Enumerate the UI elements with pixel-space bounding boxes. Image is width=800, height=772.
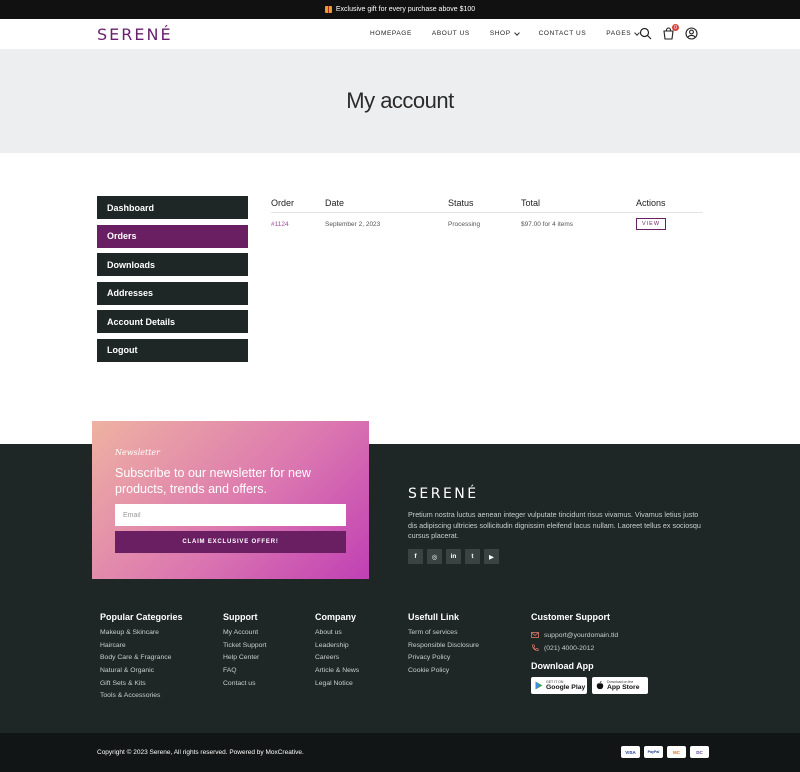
page-banner: My account <box>0 49 800 153</box>
column-header-actions: Actions <box>636 198 666 208</box>
youtube-icon[interactable]: ▶ <box>484 549 499 564</box>
app-store-badges: GET IT ON Google Play Download on the App … <box>531 677 648 695</box>
footer-column-customer-support: Customer Support support@yourdomain.tld … <box>531 612 648 695</box>
claim-offer-button[interactable]: CLAIM EXCLUSIVE OFFER! <box>115 531 346 553</box>
footer-column-title: Usefull Link <box>408 612 460 622</box>
sidebar-item-downloads[interactable]: Downloads <box>97 253 248 276</box>
download-app-title: Download App <box>531 661 594 672</box>
footer-column-title: Support <box>223 612 258 622</box>
footer-description: Pretium nostra luctus aenean integer vul… <box>408 510 701 540</box>
announcement-text: Exclusive gift for every purchase above … <box>335 6 476 13</box>
footer-column-title: Customer Support <box>531 612 611 622</box>
cart-count-badge: 0 <box>672 24 679 31</box>
twitter-icon[interactable]: t <box>465 549 480 564</box>
footer-link[interactable]: Ticket Support <box>223 642 267 655</box>
nav-pages[interactable]: PAGES <box>606 29 641 37</box>
footer-link[interactable]: Privacy Policy <box>408 654 479 667</box>
sidebar-item-logout[interactable]: Logout <box>97 338 248 362</box>
mail-icon <box>531 631 539 639</box>
footer-link[interactable]: Haircare <box>100 642 183 655</box>
footer-logo[interactable]: SERENÉ <box>408 486 479 502</box>
order-total: $97.00 for 4 items <box>521 221 574 228</box>
footer-link[interactable]: Careers <box>315 654 359 667</box>
order-date: September 2, 2023 <box>325 221 381 228</box>
facebook-icon[interactable]: f <box>408 549 423 564</box>
gift-icon <box>324 6 332 13</box>
account-icon[interactable] <box>685 27 698 40</box>
view-order-button[interactable]: VIEW <box>636 218 666 230</box>
footer-link[interactable]: Help Center <box>223 654 267 667</box>
footer-column-useful-links: Usefull Link Term of services Responsibl… <box>408 612 479 680</box>
column-header-date: Date <box>325 198 345 208</box>
newsletter-email-input[interactable] <box>115 504 346 526</box>
nav-about-us[interactable]: ABOUT US <box>432 30 470 37</box>
footer-column-company: Company About us Leadership Careers Arti… <box>315 612 359 692</box>
main-nav: HOMEPAGE ABOUT US SHOP CONTACT US PAGES <box>370 29 659 37</box>
footer-link[interactable]: About us <box>315 629 359 642</box>
table-divider <box>271 212 703 213</box>
column-header-order: Order <box>271 198 295 208</box>
footer-link[interactable]: Natural & Organic <box>100 667 183 680</box>
column-header-status: Status <box>448 198 474 208</box>
footer-column-support: Support My Account Ticket Support Help C… <box>223 612 267 692</box>
payment-methods: VISA PayPal MC DC <box>621 746 709 758</box>
footer-link[interactable]: Body Care & Fragrance <box>100 654 183 667</box>
nav-shop[interactable]: SHOP <box>490 29 520 37</box>
footer-link[interactable]: Leadership <box>315 642 359 655</box>
footer-link[interactable]: Article & News <box>315 667 359 680</box>
google-play-badge[interactable]: GET IT ON Google Play <box>531 677 587 695</box>
sidebar-item-account-details[interactable]: Account Details <box>97 310 248 333</box>
nav-contact-us[interactable]: CONTACT US <box>539 30 587 37</box>
diners-club-icon: DC <box>690 746 709 758</box>
footer-link[interactable]: Makeup & Skincare <box>100 629 183 642</box>
sidebar-item-dashboard[interactable]: Dashboard <box>97 196 248 219</box>
support-phone[interactable]: (021) 4000-2012 <box>531 642 648 655</box>
footer-link[interactable]: Gift Sets & Kits <box>100 680 183 693</box>
copyright-text: Copyright © 2023 Serene, All rights rese… <box>97 749 304 756</box>
newsletter-card: Newsletter Subscribe to our newsletter f… <box>92 421 369 579</box>
site-logo[interactable]: SERENÉ <box>97 25 173 44</box>
social-links: f ◎ in t ▶ <box>408 549 499 564</box>
newsletter-heading: Subscribe to our newsletter for new prod… <box>115 466 311 496</box>
cart-icon[interactable]: 0 <box>662 24 679 40</box>
column-header-total: Total <box>521 198 541 208</box>
footer-column-categories: Popular Categories Makeup & Skincare Hai… <box>100 612 183 705</box>
order-status: Processing <box>448 221 481 228</box>
footer-column-title: Popular Categories <box>100 612 183 622</box>
footer-column-title: Company <box>315 612 357 622</box>
mastercard-icon: MC <box>667 746 686 758</box>
footer-link[interactable]: Contact us <box>223 680 267 693</box>
instagram-icon[interactable]: ◎ <box>427 549 442 564</box>
footer-link[interactable]: FAQ <box>223 667 267 680</box>
support-email[interactable]: support@yourdomain.tld <box>531 629 648 642</box>
footer-link[interactable]: Tools & Accessories <box>100 692 183 705</box>
order-number-link[interactable]: #1124 <box>271 221 289 228</box>
footer-link[interactable]: Cookie Policy <box>408 667 479 680</box>
account-sidebar: Dashboard Orders Downloads Addresses Acc… <box>97 196 248 367</box>
site-header: SERENÉ HOMEPAGE ABOUT US SHOP CONTACT US… <box>0 19 800 49</box>
footer-link[interactable]: Responsible Disclosure <box>408 642 479 655</box>
nav-homepage[interactable]: HOMEPAGE <box>370 30 412 37</box>
bottom-bar: Copyright © 2023 Serene, All rights rese… <box>0 733 800 772</box>
announcement-bar: Exclusive gift for every purchase above … <box>0 0 800 19</box>
footer-link[interactable]: Term of services <box>408 629 479 642</box>
footer-link[interactable]: Legal Notice <box>315 680 359 693</box>
newsletter-tag: Newsletter <box>115 448 160 457</box>
google-play-icon <box>535 677 543 695</box>
sidebar-item-orders[interactable]: Orders <box>97 224 248 248</box>
search-icon[interactable] <box>639 27 652 40</box>
footer-link[interactable]: My Account <box>223 629 267 642</box>
phone-icon <box>531 644 539 652</box>
sidebar-item-addresses[interactable]: Addresses <box>97 281 248 305</box>
linkedin-icon[interactable]: in <box>446 549 461 564</box>
page-title: My account <box>346 88 454 113</box>
visa-icon: VISA <box>621 746 640 758</box>
app-store-badge[interactable]: Download on the App Store <box>592 677 648 695</box>
apple-icon <box>596 677 604 695</box>
paypal-icon: PayPal <box>644 746 663 758</box>
chevron-down-icon <box>513 29 520 36</box>
